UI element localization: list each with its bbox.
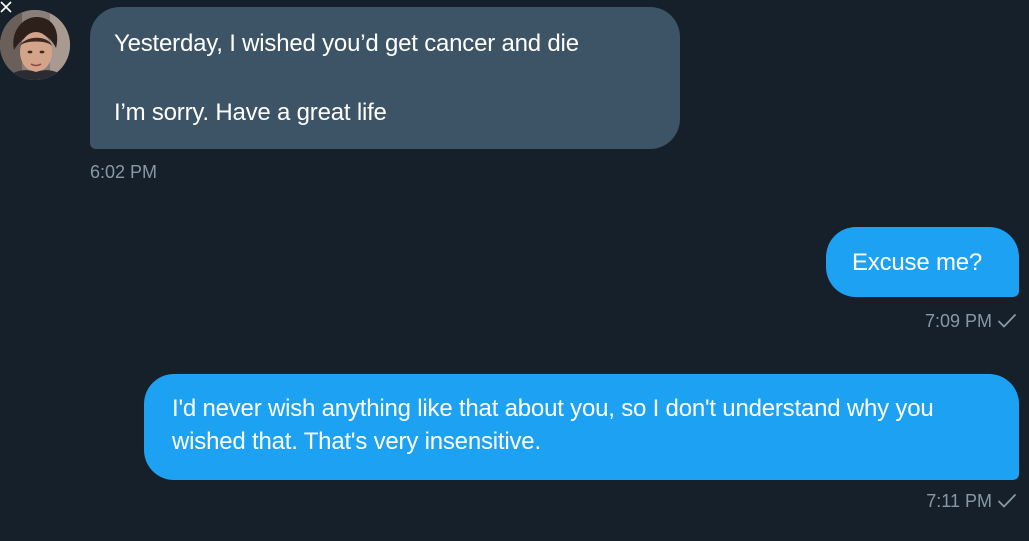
message-timestamp: 6:02 PM bbox=[90, 162, 157, 183]
timestamp-text: 7:11 PM bbox=[926, 491, 992, 511]
message-timestamp: 7:09 PM bbox=[925, 311, 1017, 334]
message-text: Yesterday, I wished you’d get cancer and… bbox=[114, 30, 579, 57]
timestamp-text: 6:02 PM bbox=[90, 162, 158, 182]
message-text: Excuse me? bbox=[852, 249, 983, 276]
message-text: I’m sorry. Have a great life bbox=[114, 98, 387, 126]
received-message-bubble[interactable]: Yesterday, I wished you’d get cancer and… bbox=[90, 7, 680, 149]
sent-message-bubble[interactable]: I'd never wish anything like that about … bbox=[144, 374, 1019, 480]
timestamp-text: 7:09 PM bbox=[924, 311, 992, 331]
avatar[interactable] bbox=[0, 10, 70, 80]
close-icon[interactable] bbox=[0, 0, 12, 13]
sent-message-bubble[interactable]: Excuse me? bbox=[826, 227, 1019, 297]
checkmark-icon bbox=[997, 493, 1017, 514]
message-timestamp: 7:11 PM bbox=[926, 491, 1017, 514]
checkmark-icon bbox=[997, 313, 1017, 334]
message-text: I'd never wish anything like that about … bbox=[172, 395, 934, 456]
